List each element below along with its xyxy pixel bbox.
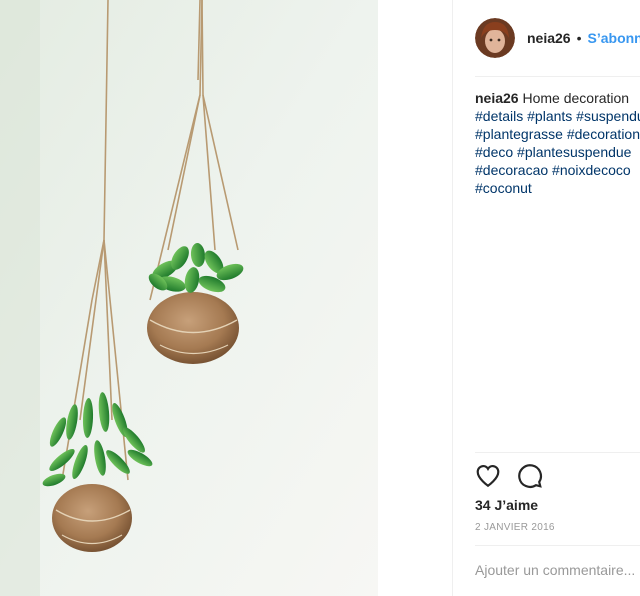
heart-icon[interactable] xyxy=(475,463,501,489)
post-username[interactable]: neia26 xyxy=(527,30,571,46)
like-count[interactable]: 34 J’aime xyxy=(475,497,538,513)
caption-hashtag-line[interactable]: #decoracao #noixdecoco xyxy=(475,161,640,179)
caption-hashtag-line[interactable]: #plantegrasse #decoration xyxy=(475,125,640,143)
comment-icon[interactable] xyxy=(517,463,543,489)
caption-hashtag-line[interactable]: #deco #plantesuspendue xyxy=(475,143,640,161)
caption-hashtag-line[interactable]: #details #plants #suspendu xyxy=(475,107,640,125)
post-actions xyxy=(475,463,559,489)
header-divider xyxy=(475,76,640,77)
caption-username[interactable]: neia26 xyxy=(475,90,519,106)
header-separator-dot: • xyxy=(576,30,582,46)
post-date[interactable]: 2 JANVIER 2016 xyxy=(475,522,555,533)
caption-text: Home decoration xyxy=(522,90,630,106)
post-photo[interactable] xyxy=(0,0,378,596)
post-caption: neia26 Home decoration #details #plants … xyxy=(475,89,640,197)
comment-input[interactable] xyxy=(475,562,640,578)
post-side-panel: neia26 • S’abonner neia26 Home decoratio… xyxy=(453,0,640,596)
avatar[interactable] xyxy=(475,18,515,58)
follow-button[interactable]: S’abonner xyxy=(588,30,640,46)
hanging-plants-photo xyxy=(0,0,378,596)
post-header: neia26 • S’abonner xyxy=(475,15,640,61)
caption-hashtag-line[interactable]: #coconut xyxy=(475,179,640,197)
comment-divider xyxy=(475,545,640,546)
actions-divider xyxy=(475,452,640,453)
